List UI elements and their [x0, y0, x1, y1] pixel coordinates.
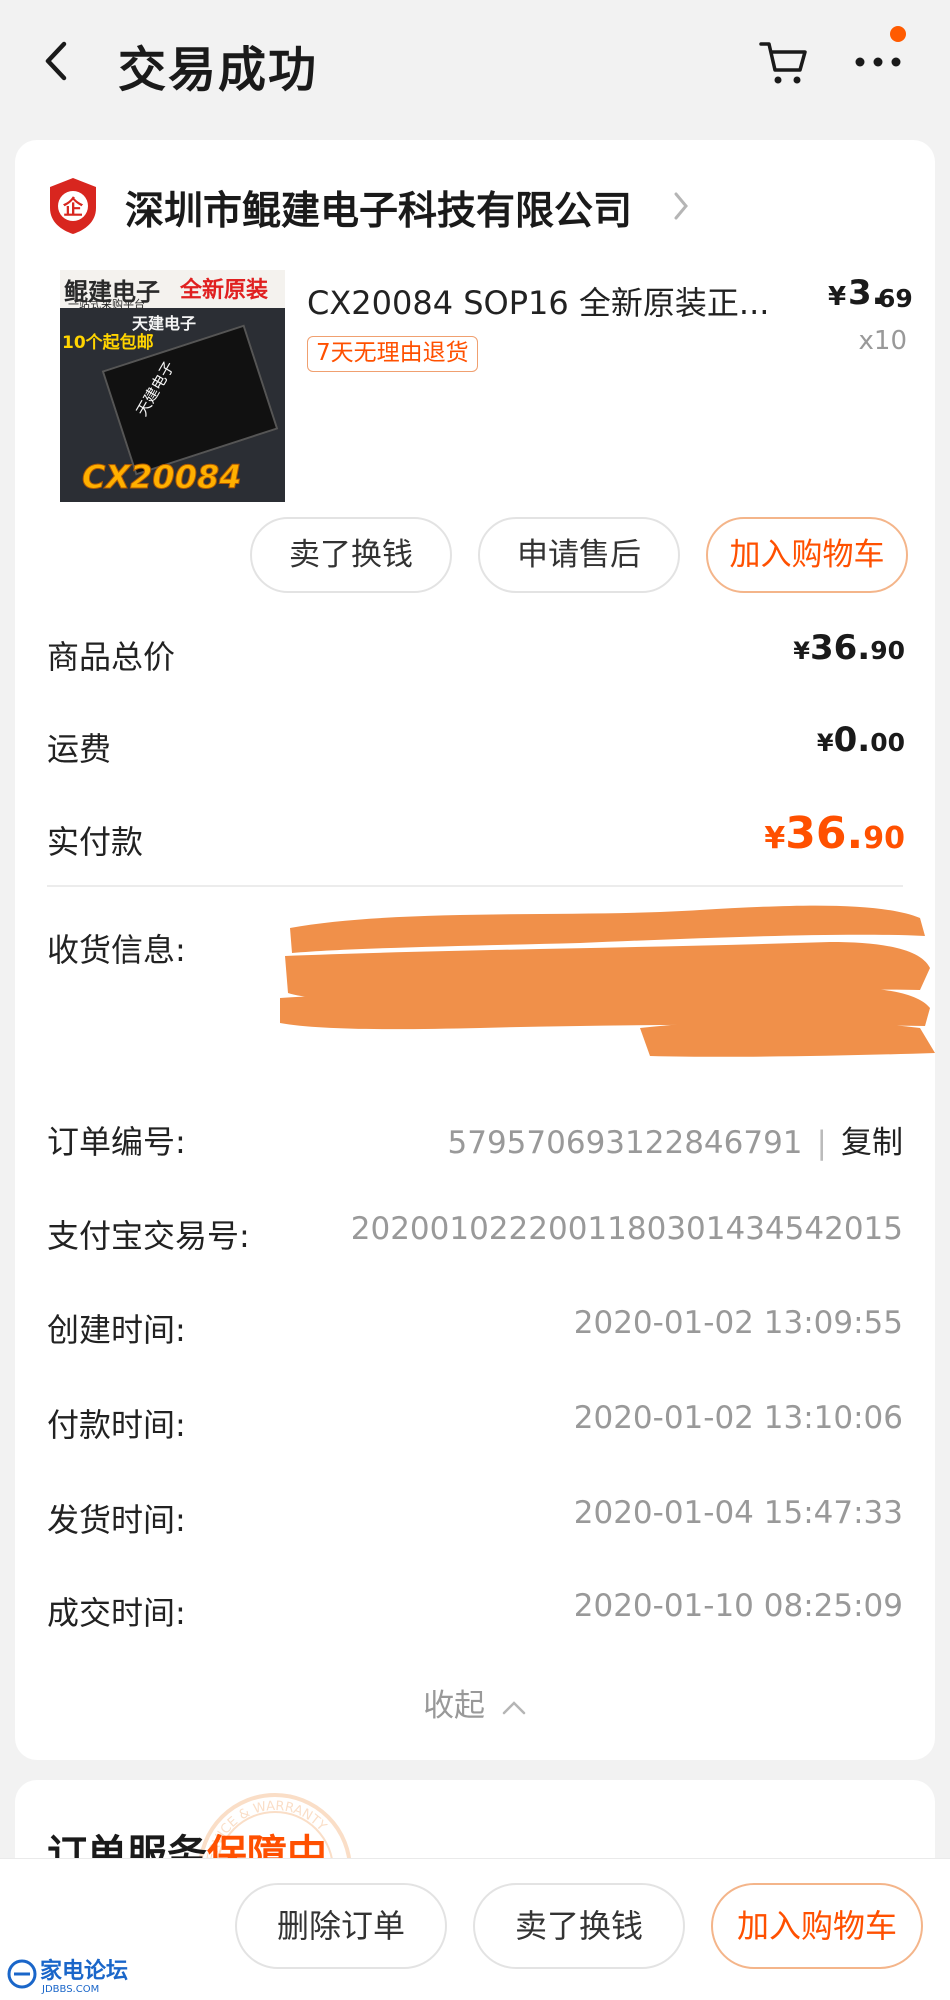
bottom-action-bar: 删除订单 卖了换钱 加入购物车 家电论坛 JDBBS.COM — [0, 1858, 950, 2000]
shipped-time-value: 2020-01-04 15:47:33 — [573, 1495, 903, 1531]
add-to-cart-button[interactable]: 加入购物车 — [706, 517, 908, 593]
delete-order-button[interactable]: 删除订单 — [235, 1883, 447, 1969]
copy-order-number-button[interactable]: 复制 — [841, 1125, 903, 1161]
alipay-number-label: 支付宝交易号: — [47, 1217, 250, 1255]
sell-button[interactable]: 卖了换钱 — [250, 517, 452, 593]
after-sale-button[interactable]: 申请售后 — [478, 517, 680, 593]
created-time-label: 创建时间: — [47, 1311, 186, 1349]
shipping-label: 运费 — [47, 730, 112, 768]
shipping-value: ¥0.00 — [816, 720, 905, 760]
sell-button-bottom[interactable]: 卖了换钱 — [473, 1883, 685, 1969]
paid-amount-label: 实付款 — [47, 823, 144, 861]
image-model-text: CX20084 — [81, 458, 242, 497]
quantity: x10 — [858, 326, 907, 356]
svg-text:企: 企 — [62, 195, 84, 219]
paid-time-label: 付款时间: — [47, 1406, 186, 1444]
back-arrow-icon[interactable] — [38, 38, 74, 84]
alipay-number-value: 2020010222001180301434542015 — [350, 1211, 903, 1247]
created-time-value: 2020-01-02 13:09:55 — [573, 1305, 903, 1341]
goods-total-label: 商品总价 — [47, 638, 176, 676]
collapse-label: 收起 — [423, 1688, 486, 1724]
product-title[interactable]: CX20084 SOP16 全新原装正... — [307, 278, 787, 324]
add-to-cart-button-bottom[interactable]: 加入购物车 — [711, 1883, 923, 1969]
cart-icon[interactable] — [758, 38, 810, 88]
unit-price-decimal: 69 — [878, 284, 913, 313]
svg-text:JDBBS.COM: JDBBS.COM — [41, 1984, 99, 1995]
paid-time-value: 2020-01-02 13:10:06 — [573, 1400, 903, 1436]
collapse-button[interactable]: 收起 — [15, 1680, 935, 1725]
return-policy-badge: 7天无理由退货 — [307, 336, 478, 372]
order-number-label: 订单编号: — [47, 1123, 186, 1161]
unit-price-currency: ¥ — [828, 282, 847, 312]
chevron-up-icon — [502, 1700, 526, 1714]
goods-total-value: ¥36.90 — [793, 628, 905, 668]
divider — [47, 885, 903, 887]
forum-watermark-logo: 家电论坛 JDBBS.COM — [7, 1958, 128, 1995]
closed-time-label: 成交时间: — [47, 1594, 186, 1632]
order-detail-card: 企 深圳市鲲建电子科技有限公司 鲲建电子 全新原装 一站式采购平台 10个起包邮… — [15, 140, 935, 1760]
image-brand-red-text: 全新原装 — [180, 277, 269, 303]
image-chip-label: 天建电子 — [132, 314, 197, 333]
order-number-value: 579570693122846791 — [447, 1125, 803, 1161]
order-number-row: 579570693122846791 | 复制 — [448, 1117, 903, 1162]
product-image[interactable]: 鲲建电子 全新原装 一站式采购平台 10个起包邮 天建电子 天建电子 CX200… — [60, 270, 285, 502]
top-bar: 交易成功 — [0, 0, 950, 125]
paid-amount-value: ¥36.90 — [764, 808, 905, 859]
store-badge-icon: 企 — [50, 178, 96, 234]
chevron-right-icon[interactable] — [670, 188, 692, 224]
more-options-icon[interactable] — [852, 40, 908, 80]
shipped-time-label: 发货时间: — [47, 1501, 186, 1539]
closed-time-value: 2020-01-10 08:25:09 — [573, 1588, 903, 1624]
svg-text:家电论坛: 家电论坛 — [40, 1958, 128, 1984]
address-label: 收货信息: — [47, 931, 186, 969]
page-title: 交易成功 — [118, 42, 319, 98]
redacted-address-scribble — [280, 905, 935, 1057]
notification-dot — [890, 26, 906, 42]
store-name[interactable]: 深圳市鲲建电子科技有限公司 — [125, 180, 632, 236]
copy-separator: | — [816, 1125, 827, 1161]
